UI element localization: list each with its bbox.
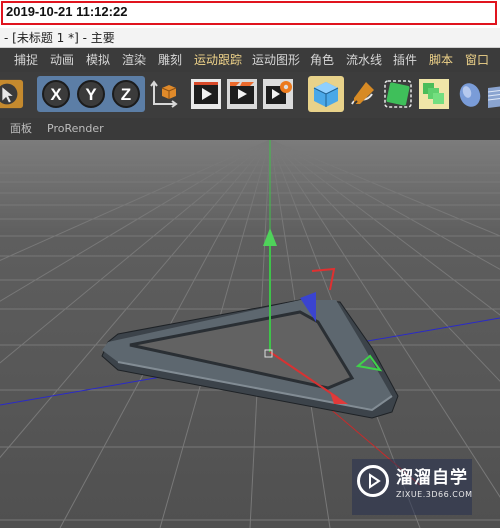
menu-pipeline[interactable]: 流水线 bbox=[346, 48, 382, 72]
menu-snap[interactable]: 捕捉 bbox=[14, 48, 38, 72]
menu-simulate[interactable]: 模拟 bbox=[86, 48, 110, 72]
menu-animate[interactable]: 动画 bbox=[50, 48, 74, 72]
play-icon bbox=[357, 465, 389, 497]
viewport-menu-bar: 面板 ProRender bbox=[0, 118, 500, 141]
menu-window[interactable]: 窗口 bbox=[465, 48, 489, 72]
subdivision-surface-icon[interactable] bbox=[382, 78, 414, 110]
lock-y-axis-icon[interactable]: Y bbox=[75, 78, 107, 110]
pen-spline-icon[interactable] bbox=[346, 78, 378, 110]
lock-z-axis-icon[interactable]: Z bbox=[110, 78, 142, 110]
render-picture-viewer-icon[interactable] bbox=[226, 78, 258, 110]
window-title: - [未标题 1 *] - 主要 bbox=[4, 31, 115, 45]
prorender-menu[interactable]: ProRender bbox=[47, 118, 104, 140]
watermark-title: 溜溜自学 bbox=[396, 468, 468, 488]
menu-script[interactable]: 脚本 bbox=[429, 48, 453, 72]
menu-character[interactable]: 角色 bbox=[310, 48, 334, 72]
menu-plugins[interactable]: 插件 bbox=[393, 48, 417, 72]
y-axis-label: Y bbox=[85, 85, 97, 104]
cloner-icon[interactable] bbox=[418, 78, 450, 110]
watermark-logo: 溜溜自学 ZIXUE.3D66.COM bbox=[352, 459, 472, 515]
menu-render[interactable]: 渲染 bbox=[122, 48, 146, 72]
timestamp-text: 2019-10-21 11:12:22 bbox=[6, 4, 128, 19]
z-axis-label: Z bbox=[121, 85, 131, 104]
menu-bar: 捕捉 动画 模拟 渲染 雕刻 运动跟踪 运动图形 角色 流水线 插件 脚本 窗口 bbox=[0, 48, 500, 73]
menu-motion-tracking[interactable]: 运动跟踪 bbox=[194, 48, 242, 72]
menu-mograph[interactable]: 运动图形 bbox=[252, 48, 300, 72]
select-arrow-icon[interactable] bbox=[0, 78, 26, 110]
timestamp-bar: 2019-10-21 11:12:22 bbox=[0, 0, 500, 28]
x-axis-label: X bbox=[50, 85, 62, 104]
menu-sculpt[interactable]: 雕刻 bbox=[158, 48, 182, 72]
deformer-icon[interactable] bbox=[454, 78, 486, 110]
scene-icon[interactable] bbox=[488, 78, 500, 110]
panel-menu[interactable]: 面板 bbox=[10, 118, 32, 140]
lock-x-axis-icon[interactable]: X bbox=[40, 78, 72, 110]
render-settings-icon[interactable] bbox=[262, 78, 294, 110]
world-coordinates-icon[interactable] bbox=[148, 78, 180, 110]
render-view-icon[interactable] bbox=[190, 78, 222, 110]
cube-icon[interactable] bbox=[310, 78, 342, 110]
main-toolbar: X Y Z bbox=[0, 72, 500, 119]
watermark-url: ZIXUE.3D66.COM bbox=[396, 490, 473, 499]
window-title-bar: - [未标题 1 *] - 主要 bbox=[0, 28, 500, 48]
